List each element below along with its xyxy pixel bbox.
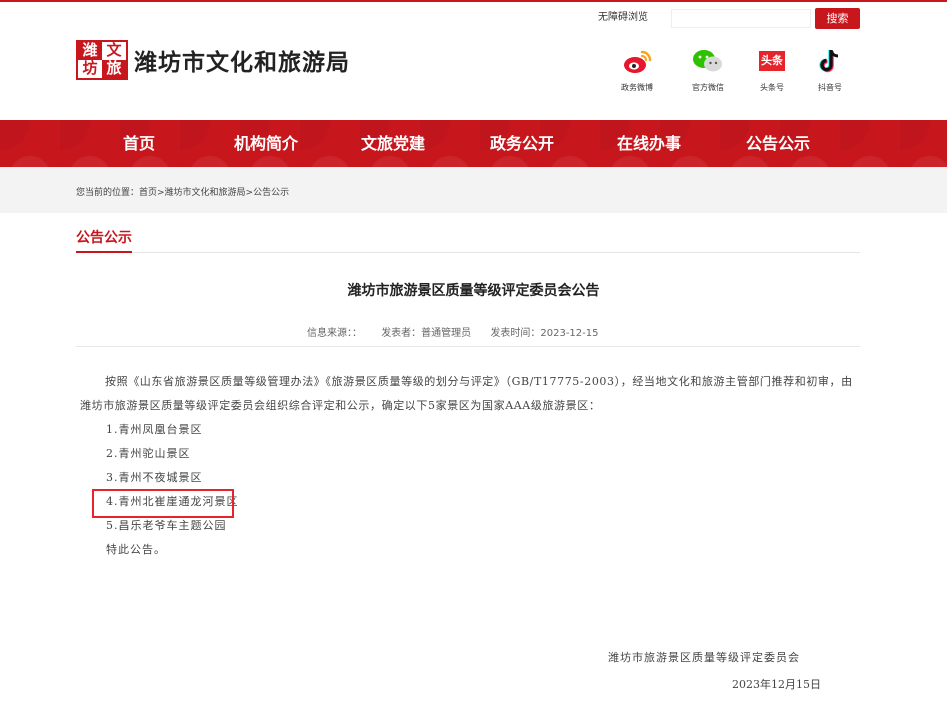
list-item: 1.青州凤凰台景区 [106, 423, 203, 436]
list-item: 3.青州不夜城景区 [106, 471, 203, 484]
search-button[interactable]: 搜索 [815, 8, 860, 29]
social-label: 官方微信 [692, 83, 724, 92]
list-item: 4.青州北崔崖通龙河景区 [106, 495, 239, 508]
wechat-icon [683, 48, 733, 74]
article-paragraph: 按照《山东省旅游景区质量等级管理办法》《旅游景区质量等级的划分与评定》（GB/T… [80, 375, 853, 412]
top-accent-line [0, 0, 947, 2]
section-underline [76, 251, 132, 253]
signature-date: 2023年12月15日 [732, 678, 821, 691]
social-label: 政务微博 [621, 83, 653, 92]
nav-online[interactable]: 在线办事 [617, 120, 681, 167]
breadcrumb-path[interactable]: 首页>潍坊市文化和旅游局>公告公示 [139, 188, 289, 198]
social-weibo[interactable]: 政务微博 [612, 48, 662, 93]
article-meta: 信息来源：： 发表者：普通管理员 发表时间：2023-12-15 [307, 324, 615, 339]
nav-notice[interactable]: 公告公示 [746, 120, 810, 167]
social-label: 抖音号 [818, 83, 842, 92]
signature: 潍坊市旅游景区质量等级评定委员会 [608, 651, 800, 664]
meta-time: 发表时间：2023-12-15 [490, 328, 599, 339]
logo-seal: 潍 文 坊 旅 [76, 40, 128, 80]
social-label: 头条号 [760, 83, 784, 92]
site-logo[interactable]: 潍 文 坊 旅 潍坊市文化和旅游局 [76, 40, 350, 80]
social-douyin[interactable]: 抖音号 [805, 48, 855, 93]
douyin-icon [805, 48, 855, 74]
weibo-icon [612, 48, 662, 74]
site-title: 潍坊市文化和旅游局 [134, 50, 350, 76]
section-divider [76, 252, 860, 253]
search-input[interactable] [671, 9, 811, 28]
article-title: 潍坊市旅游景区质量等级评定委员会公告 [347, 283, 600, 299]
nav-home[interactable]: 首页 [123, 120, 155, 167]
meta-publisher: 发表者：普通管理员 [381, 328, 472, 339]
nav-gov[interactable]: 政务公开 [490, 120, 554, 167]
nav-about[interactable]: 机构简介 [234, 120, 298, 167]
meta-source: 信息来源：： [307, 328, 362, 339]
accessibility-link[interactable]: 无障碍浏览 [598, 9, 648, 27]
nav-party[interactable]: 文旅党建 [361, 120, 425, 167]
social-toutiao[interactable]: 头条 头条号 [747, 48, 797, 93]
list-item: 2.青州驼山景区 [106, 447, 191, 460]
breadcrumb: 您当前的位置：首页>潍坊市文化和旅游局>公告公示 [76, 188, 290, 198]
breadcrumb-bar: 您当前的位置：首页>潍坊市文化和旅游局>公告公示 [0, 167, 947, 213]
article-body: 按照《山东省旅游景区质量等级管理办法》《旅游景区质量等级的划分与评定》（GB/T… [80, 370, 860, 562]
meta-divider [76, 346, 860, 347]
section-title: 公告公示 [76, 230, 132, 246]
toutiao-icon: 头条 [747, 48, 797, 74]
social-wechat[interactable]: 官方微信 [683, 48, 733, 93]
closing-text: 特此公告。 [106, 543, 166, 556]
main-nav: 首页 机构简介 文旅党建 政务公开 在线办事 公告公示 [0, 120, 947, 167]
list-item: 5.昌乐老爷车主题公园 [106, 519, 227, 532]
